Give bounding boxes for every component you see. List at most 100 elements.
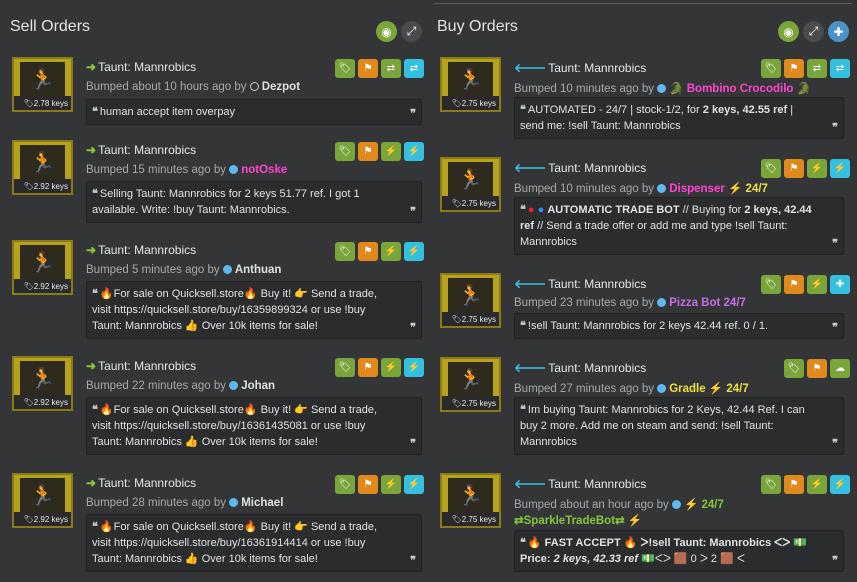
lightning-icon[interactable]: ⚡: [381, 475, 401, 494]
lightning-icon[interactable]: ⚡: [404, 475, 424, 494]
plus-icon[interactable]: ✚: [830, 275, 850, 294]
status-dot-icon: [229, 498, 239, 507]
bump-info: Bumped 22 minutes ago by Johan: [86, 380, 275, 392]
user-link[interactable]: Gradle: [669, 383, 705, 395]
user-link[interactable]: Pizza Bot 24/7: [669, 297, 746, 309]
price-label: 2.75 keys: [461, 314, 496, 324]
user-link[interactable]: Anthuan: [235, 264, 282, 276]
listing-title[interactable]: ➜ Taunt: Mannrobics: [86, 476, 196, 490]
item-thumbnail[interactable]: 🏃 🏷 2.75 keys: [440, 357, 501, 412]
flag-icon[interactable]: ⚑: [358, 142, 378, 161]
tag-icon[interactable]: 🏷: [335, 358, 355, 377]
listing-title[interactable]: 🡐 Taunt: Mannrobics: [514, 60, 646, 75]
swap-icon[interactable]: ⇄: [807, 59, 827, 78]
lightning-icon[interactable]: ⚡: [807, 159, 827, 178]
listing-message: ❝ Selling Taunt: Mannrobics for 2 keys 51…: [86, 181, 422, 223]
taunt-icon: 🏃: [448, 162, 493, 196]
tag-icon[interactable]: 🏷: [761, 59, 781, 78]
tag-icon[interactable]: 🏷: [784, 359, 804, 378]
item-thumbnail[interactable]: 🏃 🏷 2.75 keys: [440, 157, 501, 212]
taunt-icon: 🏃: [448, 362, 493, 396]
listing-title[interactable]: ➜ Taunt: Mannrobics: [86, 243, 196, 257]
listing-title[interactable]: 🡐 Taunt: Mannrobics: [514, 360, 646, 375]
lightning-icon[interactable]: ⚡: [830, 159, 850, 178]
flag-icon[interactable]: ⚑: [784, 59, 804, 78]
eye-icon[interactable]: ◉: [778, 21, 799, 42]
lightning-icon[interactable]: ⚡: [381, 358, 401, 377]
item-thumbnail[interactable]: 🏃 🏷 2.75 keys: [440, 473, 501, 528]
arrow-right-icon: ➜: [86, 476, 97, 490]
swap-icon[interactable]: ⇄: [830, 59, 850, 78]
tag-icon[interactable]: 🏷: [335, 142, 355, 161]
flag-icon[interactable]: ⚑: [358, 242, 378, 261]
top-divider: [434, 3, 852, 4]
listing-title[interactable]: 🡐 Taunt: Mannrobics: [514, 476, 646, 491]
price-label: 2.75 keys: [461, 398, 496, 408]
listing-title[interactable]: ➜ Taunt: Mannrobics: [86, 60, 196, 74]
message-price: 2 keys, 42.33 ref: [553, 553, 639, 565]
user-link[interactable]: Michael: [241, 497, 283, 509]
user-link[interactable]: Johan: [241, 380, 275, 392]
plus-icon[interactable]: ✚: [828, 21, 849, 42]
swap-icon[interactable]: ⇄: [381, 59, 401, 78]
cloud-icon[interactable]: ☁: [830, 359, 850, 378]
message-text: AUTOMATED - 24/7 | stock-1/2, for: [527, 104, 703, 116]
message-text: human accept item overpay: [99, 106, 236, 118]
flag-icon[interactable]: ⚑: [358, 358, 378, 377]
tag-icon[interactable]: 🏷: [335, 242, 355, 261]
flag-icon[interactable]: ⚑: [784, 159, 804, 178]
expand-icon[interactable]: ⤢: [803, 21, 824, 42]
user-link[interactable]: ⇄SparkleTradeBot⇄: [514, 515, 625, 527]
tag-icon[interactable]: 🏷: [335, 59, 355, 78]
listing-title[interactable]: ➜ Taunt: Mannrobics: [86, 143, 196, 157]
flag-icon[interactable]: ⚑: [784, 475, 804, 494]
listing-title[interactable]: 🡐 Taunt: Mannrobics: [514, 160, 646, 175]
flag-icon[interactable]: ⚑: [358, 59, 378, 78]
user-link[interactable]: Dispenser: [669, 183, 725, 195]
lightning-icon[interactable]: ⚡: [404, 358, 424, 377]
user-link[interactable]: Dezpot: [262, 81, 300, 93]
bump-text: Bumped 23 minutes ago by: [514, 297, 655, 309]
bump-text: Bumped 15 minutes ago by: [86, 164, 227, 176]
lightning-icon[interactable]: ⚡: [381, 242, 401, 261]
bump-text: Bumped about 10 hours ago by: [86, 81, 247, 93]
item-thumbnail[interactable]: 🏃 🏷 2.92 keys: [12, 473, 73, 528]
item-name: Taunt: Mannrobics: [548, 361, 647, 375]
quote-open-icon: ❝: [92, 288, 98, 300]
item-thumbnail[interactable]: 🏃 🏷 2.75 keys: [440, 57, 501, 112]
tag-icon[interactable]: 🏷: [761, 275, 781, 294]
item-thumbnail[interactable]: 🏃 🏷 2.92 keys: [12, 240, 73, 295]
lightning-icon[interactable]: ⚡: [381, 142, 401, 161]
arrow-left-icon: 🡐: [514, 277, 547, 291]
lightning-icon[interactable]: ⚡: [807, 275, 827, 294]
listing: 🏃 🏷 2.75 keys 🡐 Taunt: Mannrobics 🏷 ⚑ ☁ B…: [438, 357, 850, 467]
item-thumbnail[interactable]: 🏃 🏷 2.78 keys: [12, 57, 73, 112]
expand-icon[interactable]: ⤢: [401, 21, 422, 42]
lightning-icon[interactable]: ⚡: [404, 142, 424, 161]
item-thumbnail[interactable]: 🏃 🏷 2.92 keys: [12, 356, 73, 411]
flag-icon[interactable]: ⚑: [784, 275, 804, 294]
tag-icon[interactable]: 🏷: [761, 475, 781, 494]
swap-icon[interactable]: ⇄: [404, 59, 424, 78]
user-link[interactable]: 🐊 Bombino Crocodilo 🐊: [669, 83, 811, 95]
message-heading: AUTOMATIC TRADE BOT: [547, 204, 680, 216]
listing-actions: 🏷 ⚑ ☁: [784, 359, 850, 378]
eye-icon[interactable]: ◉: [376, 21, 397, 42]
lightning-icon[interactable]: ⚡: [830, 475, 850, 494]
flag-icon[interactable]: ⚑: [807, 359, 827, 378]
listing: 🏃 🏷 2.75 keys 🡐 Taunt: Mannrobics 🏷 ⚑ ⚡ ⚡…: [438, 157, 850, 267]
tag-icon[interactable]: 🏷: [761, 159, 781, 178]
lightning-icon[interactable]: ⚡: [404, 242, 424, 261]
item-thumbnail[interactable]: 🏃 🏷 2.92 keys: [12, 140, 73, 195]
flag-icon[interactable]: ⚑: [358, 475, 378, 494]
item-thumbnail[interactable]: 🏃 🏷 2.75 keys: [440, 273, 501, 328]
tag-247: ⚡ 24/7: [728, 183, 768, 195]
lightning-icon[interactable]: ⚡: [807, 475, 827, 494]
price-label: 2.92 keys: [33, 281, 68, 291]
arrow-right-icon: ➜: [86, 359, 97, 373]
tag-icon[interactable]: 🏷: [335, 475, 355, 494]
user-link[interactable]: notOske: [241, 164, 287, 176]
listing-title[interactable]: ➜ Taunt: Mannrobics: [86, 359, 196, 373]
listing-title[interactable]: 🡐 Taunt: Mannrobics: [514, 276, 646, 291]
user-name: Bombino Crocodilo: [686, 83, 794, 95]
